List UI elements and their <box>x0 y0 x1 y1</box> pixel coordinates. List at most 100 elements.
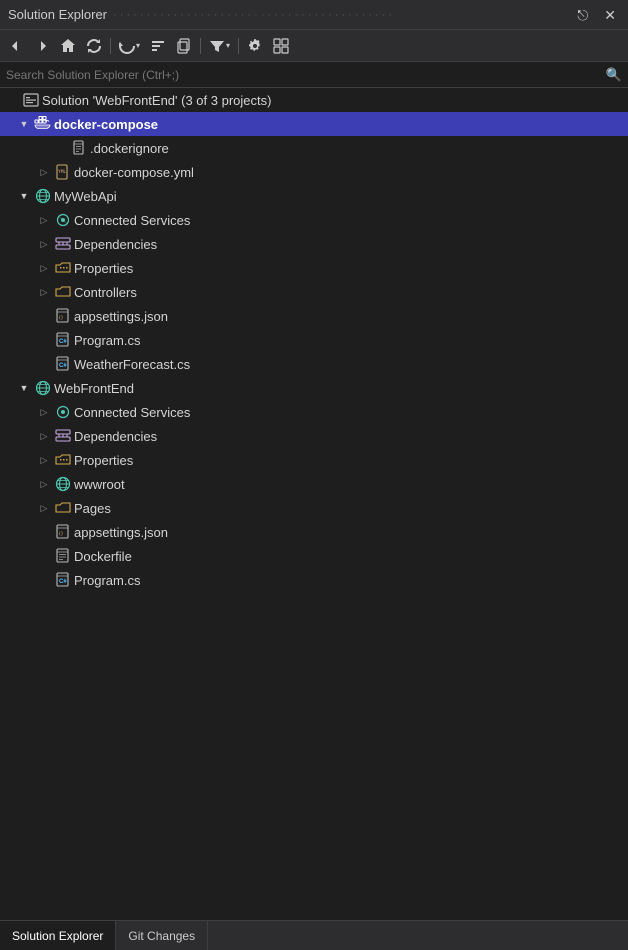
mywebapi-program-label: Program.cs <box>74 333 140 348</box>
webfrontend-dependencies-expander[interactable]: ▷ <box>36 428 52 444</box>
title-bar: Solution Explorer · · · · · · · · · · · … <box>0 0 628 30</box>
webfrontend-connected-expander[interactable]: ▷ <box>36 404 52 420</box>
tree-row-dockerignore[interactable]: ▷ .dockerignore <box>0 136 628 160</box>
webfrontend-connected-icon <box>54 403 72 421</box>
tree-row-mywebapi-controllers[interactable]: ▷ Controllers <box>0 280 628 304</box>
yml-icon: YML <box>54 163 72 181</box>
yml-expander[interactable]: ▷ <box>36 164 52 180</box>
solution-icon <box>22 91 40 109</box>
tree-row-mywebapi-appsettings[interactable]: {} appsettings.json <box>0 304 628 328</box>
docker-compose-label: docker-compose <box>54 117 158 132</box>
tree-row-docker-compose[interactable]: ▼ docker-compose <box>0 112 628 136</box>
mywebapi-controllers-label: Controllers <box>74 285 137 300</box>
forward-button[interactable] <box>30 35 54 57</box>
back-button[interactable] <box>4 35 28 57</box>
mywebapi-label: MyWebApi <box>54 189 117 204</box>
wwwroot-icon <box>54 475 72 493</box>
collapse-all-button[interactable] <box>146 35 170 57</box>
solution-row[interactable]: Solution 'WebFrontEnd' (3 of 3 projects) <box>0 88 628 112</box>
close-button[interactable]: ✕ <box>600 6 620 24</box>
mywebapi-appsettings-label: appsettings.json <box>74 309 168 324</box>
mywebapi-dependencies-expander[interactable]: ▷ <box>36 236 52 252</box>
mywebapi-weatherforecast-label: WeatherForecast.cs <box>74 357 190 372</box>
sync-button[interactable] <box>82 35 106 57</box>
mywebapi-expander[interactable]: ▼ <box>16 188 32 204</box>
dockerignore-icon <box>70 139 88 157</box>
tree-row-mywebapi-properties[interactable]: ▷ Properties <box>0 256 628 280</box>
solution-label: Solution 'WebFrontEnd' (3 of 3 projects) <box>42 93 271 108</box>
svg-text:C#: C# <box>59 363 67 369</box>
json-icon-1: {} <box>54 307 72 325</box>
filter-button[interactable]: ▾ <box>205 35 234 57</box>
webfrontend-appsettings-label: appsettings.json <box>74 525 168 540</box>
search-input[interactable] <box>6 68 606 82</box>
properties-button[interactable] <box>243 35 267 57</box>
webfrontend-pages-expander[interactable]: ▷ <box>36 500 52 516</box>
yml-label: docker-compose.yml <box>74 165 194 180</box>
webfrontend-properties-icon <box>54 451 72 469</box>
pin-button[interactable]: ⎋ <box>573 6 592 24</box>
tree-row-webfrontend-pages[interactable]: ▷ Pages <box>0 496 628 520</box>
title-bar-dots: · · · · · · · · · · · · · · · · · · · · … <box>113 9 392 21</box>
tree-row-mywebapi-program[interactable]: C# Program.cs <box>0 328 628 352</box>
dockerfile-icon <box>54 547 72 565</box>
tree-row-webfrontend-dockerfile[interactable]: Dockerfile <box>0 544 628 568</box>
tree-row-webfrontend-dependencies[interactable]: ▷ Dependencies <box>0 424 628 448</box>
sep1 <box>110 38 111 54</box>
svg-text:C#: C# <box>59 579 67 585</box>
svg-text:YML: YML <box>58 169 66 175</box>
copy-button[interactable] <box>172 35 196 57</box>
tree-row-webfrontend-properties[interactable]: ▷ Properties <box>0 448 628 472</box>
tab-solution-explorer[interactable]: Solution Explorer <box>0 921 116 950</box>
dockerignore-label: .dockerignore <box>90 141 169 156</box>
mywebapi-controllers-expander[interactable]: ▷ <box>36 284 52 300</box>
webfrontend-label: WebFrontEnd <box>54 381 134 396</box>
sep3 <box>238 38 239 54</box>
home-button[interactable] <box>56 35 80 57</box>
tree-row-docker-compose-yml[interactable]: ▷ YML docker-compose.yml <box>0 160 628 184</box>
tree-row-webfrontend[interactable]: ▼ WebFrontEnd <box>0 376 628 400</box>
webfrontend-wwwroot-label: wwwroot <box>74 477 125 492</box>
webfrontend-wwwroot-expander[interactable]: ▷ <box>36 476 52 492</box>
svg-text:{}: {} <box>59 315 64 320</box>
refresh-button[interactable]: ▾ <box>115 35 144 57</box>
webfrontend-pages-label: Pages <box>74 501 111 516</box>
json-icon-2: {} <box>54 523 72 541</box>
webfrontend-properties-expander[interactable]: ▷ <box>36 452 52 468</box>
tree-row-webfrontend-program[interactable]: C# Program.cs <box>0 568 628 592</box>
connected-services-icon <box>54 211 72 229</box>
webfrontend-expander[interactable]: ▼ <box>16 380 32 396</box>
tab-git-changes[interactable]: Git Changes <box>116 921 208 950</box>
sep2 <box>200 38 201 54</box>
search-icon[interactable]: 🔍 <box>606 67 622 83</box>
webfrontend-dependencies-icon <box>54 427 72 445</box>
toolbar: ▾ ▾ <box>0 30 628 62</box>
tree-row-webfrontend-wwwroot[interactable]: ▷ wwwroot <box>0 472 628 496</box>
search-bar: 🔍 <box>0 62 628 88</box>
webfrontend-dependencies-label: Dependencies <box>74 429 157 444</box>
svg-text:{}: {} <box>59 531 64 536</box>
title-bar-right: ⎋ ✕ <box>573 6 620 24</box>
preview-button[interactable] <box>269 35 293 57</box>
mywebapi-connected-expander[interactable]: ▷ <box>36 212 52 228</box>
webfrontend-dockerfile-label: Dockerfile <box>74 549 132 564</box>
dependencies-icon <box>54 235 72 253</box>
webfrontend-program-label: Program.cs <box>74 573 140 588</box>
pages-folder-icon <box>54 499 72 517</box>
tree-row-webfrontend-connected[interactable]: ▷ Connected Services <box>0 400 628 424</box>
webfrontend-properties-label: Properties <box>74 453 133 468</box>
webfrontend-connected-label: Connected Services <box>74 405 190 420</box>
mywebapi-dependencies-label: Dependencies <box>74 237 157 252</box>
tree-row-mywebapi-connected[interactable]: ▷ Connected Services <box>0 208 628 232</box>
docker-compose-expander[interactable]: ▼ <box>16 116 32 132</box>
tree-row-mywebapi-dependencies[interactable]: ▷ Dependencies <box>0 232 628 256</box>
webfrontend-globe-icon <box>34 379 52 397</box>
title-bar-text: Solution Explorer <box>8 7 107 22</box>
mywebapi-properties-expander[interactable]: ▷ <box>36 260 52 276</box>
bottom-tabs: Solution Explorer Git Changes <box>0 920 628 950</box>
tree-row-mywebapi[interactable]: ▼ MyWebApi <box>0 184 628 208</box>
tree-row-webfrontend-appsettings[interactable]: {} appsettings.json <box>0 520 628 544</box>
svg-text:C#: C# <box>59 339 67 345</box>
tree-row-mywebapi-weatherforecast[interactable]: C# WeatherForecast.cs <box>0 352 628 376</box>
mywebapi-connected-label: Connected Services <box>74 213 190 228</box>
